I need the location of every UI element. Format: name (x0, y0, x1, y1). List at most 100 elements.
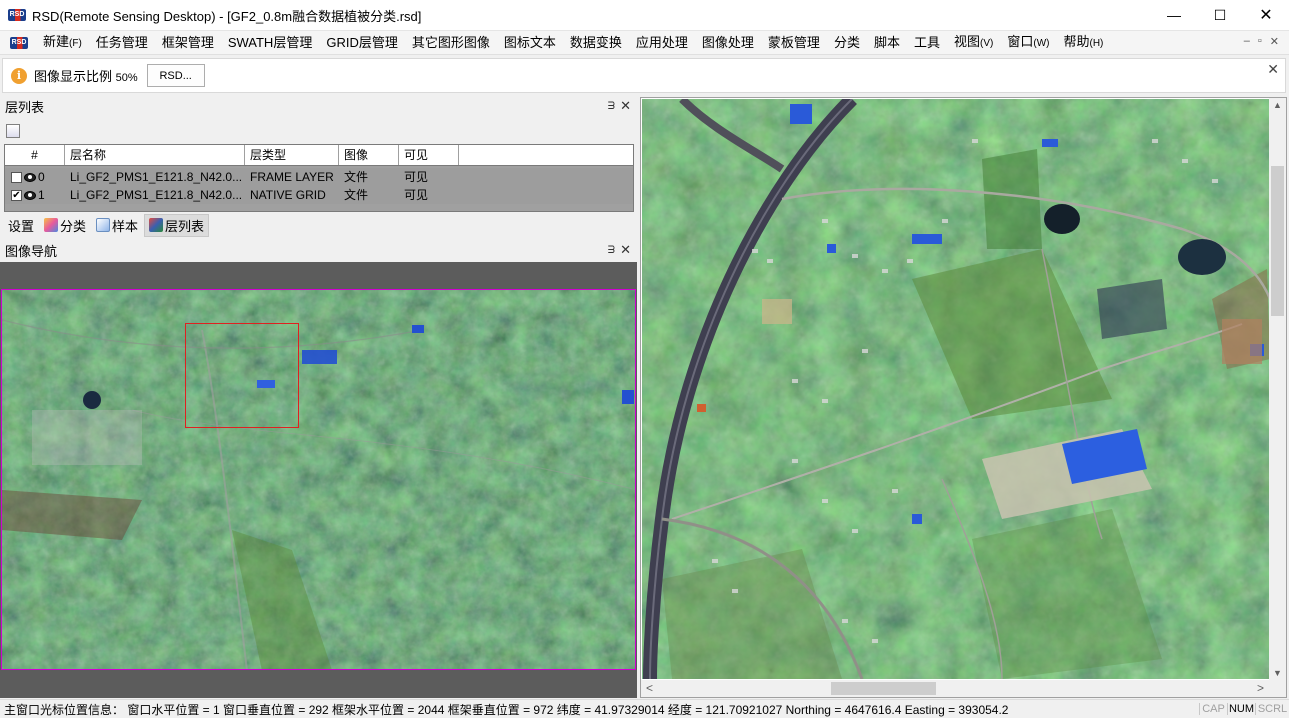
menu-image-processing[interactable]: 图像处理 (695, 32, 761, 54)
tab-sample-label: 样本 (112, 218, 139, 234)
col-filler (459, 145, 633, 165)
layer-properties-icon[interactable] (6, 124, 20, 138)
menu-app-icon[interactable]: RSD (10, 36, 28, 49)
status-bar: 主窗口光标位置信息： 窗口水平位置 = 1 窗口垂直位置 = 292 框架水平位… (0, 699, 1289, 718)
menu-view-shortcut: (V) (980, 37, 994, 49)
scroll-left-arrow-icon[interactable]: < (646, 681, 653, 695)
menu-classify[interactable]: 分类 (827, 32, 867, 54)
sample-icon (96, 218, 111, 232)
table-row[interactable]: 0 Li_GF2_PMS1_E121.8_N42.0... FRAME LAYE… (5, 168, 633, 186)
menu-help[interactable]: 帮助(H) (1056, 31, 1110, 55)
mdi-restore-button[interactable]: ▫ (1258, 35, 1262, 48)
table-row[interactable]: ✔ 1 Li_GF2_PMS1_E121.8_N42.0... NATIVE GR… (5, 186, 633, 204)
col-type[interactable]: 层类型 (245, 145, 339, 165)
caps-lock-indicator: CAP (1199, 703, 1227, 715)
num-lock-indicator: NUM (1227, 703, 1255, 715)
menu-help-label: 帮助 (1063, 33, 1090, 49)
menu-view[interactable]: 视图(V) (947, 31, 1000, 55)
menu-swath-layer[interactable]: SWATH层管理 (221, 32, 320, 54)
cursor-position-info: 主窗口光标位置信息： 窗口水平位置 = 1 窗口垂直位置 = 292 框架水平位… (4, 702, 1009, 717)
tab-classify[interactable]: 分类 (40, 215, 90, 236)
row-name: Li_GF2_PMS1_E121.8_N42.0... (70, 188, 243, 202)
vertical-scrollbar[interactable]: ▲ ▼ (1269, 98, 1286, 680)
display-scale-value: 50% (115, 72, 138, 84)
scroll-lock-indicator: SCRL (1255, 703, 1289, 715)
menu-new[interactable]: 新建(F) (36, 31, 89, 55)
row-visible: 可见 (404, 188, 429, 202)
tab-sample[interactable]: 样本 (92, 215, 142, 236)
menu-app-processing[interactable]: 应用处理 (629, 32, 695, 54)
close-button[interactable]: ✕ (1243, 0, 1289, 31)
menu-other-graphics[interactable]: 其它图形图像 (405, 32, 497, 54)
menu-window[interactable]: 窗口(W) (1000, 31, 1056, 55)
mdi-close-button[interactable]: ✕ (1270, 35, 1279, 48)
pin-icon[interactable]: ᗱ (608, 101, 615, 112)
row-index: 0 (38, 170, 45, 184)
menu-data-transform[interactable]: 数据变换 (563, 32, 629, 54)
menu-icon-text[interactable]: 图标文本 (497, 32, 563, 54)
layer-panel-header: 层列表 ᗱ ✕ (0, 96, 637, 116)
layers-icon (149, 218, 164, 232)
nav-pin-icon[interactable]: ᗱ (608, 245, 615, 256)
menu-script[interactable]: 脚本 (867, 32, 907, 54)
info-bar: i 图像显示比例 50% RSD... ✕ (2, 58, 1286, 93)
display-scale-label: 图像显示比例 50% (34, 66, 138, 85)
scroll-up-arrow-icon[interactable]: ▲ (1269, 100, 1286, 110)
scroll-right-arrow-icon[interactable]: > (1257, 681, 1264, 695)
menu-task-manage[interactable]: 任务管理 (89, 32, 155, 54)
app-logo-icon: RSD (8, 9, 26, 21)
layer-toolbar (4, 122, 24, 140)
menu-bar: RSD 新建(F) 任务管理 框架管理 SWATH层管理 GRID层管理 其它图… (0, 31, 1289, 55)
nav-panel-close-icon[interactable]: ✕ (620, 242, 631, 258)
main-satellite-image (642, 99, 1270, 679)
nav-panel-header: 图像导航 ᗱ ✕ (0, 240, 637, 260)
menu-new-label: 新建 (43, 33, 70, 49)
mdi-controls: – ▫ ✕ (1244, 35, 1279, 48)
menu-new-shortcut: (F) (69, 37, 82, 49)
tab-layers-label: 层列表 (165, 218, 205, 234)
visibility-checkbox-checked[interactable]: ✔ (11, 190, 22, 202)
nav-panel-title: 图像导航 (5, 243, 58, 259)
row-type: NATIVE GRID (250, 188, 326, 202)
info-icon: i (11, 67, 27, 84)
minimize-button[interactable]: — (1151, 0, 1197, 31)
horizontal-scrollbar[interactable]: < > (641, 680, 1286, 697)
layer-panel-title: 层列表 (5, 99, 45, 115)
navigation-thumbnail[interactable] (1, 289, 636, 670)
vertical-scroll-thumb[interactable] (1271, 166, 1284, 316)
viewport-indicator-box[interactable] (185, 323, 299, 428)
maximize-button[interactable]: ☐ (1197, 0, 1243, 31)
col-image[interactable]: 图像 (339, 145, 399, 165)
eye-icon[interactable] (24, 191, 36, 201)
row-index-cell: ✔ 1 (5, 186, 65, 204)
layer-panel-close-icon[interactable]: ✕ (620, 98, 631, 114)
menu-help-shortcut: (H) (1089, 37, 1104, 49)
menu-view-label: 视图 (953, 33, 980, 49)
infobar-close-icon[interactable]: ✕ (1267, 61, 1279, 78)
horizontal-scroll-thumb[interactable] (831, 682, 936, 695)
eye-icon[interactable] (24, 173, 36, 183)
col-index[interactable]: # (5, 145, 65, 165)
col-visible[interactable]: 可见 (399, 145, 459, 165)
mdi-minimize-button[interactable]: – (1244, 35, 1250, 48)
window-title: RSD(Remote Sensing Desktop) - [GF2_0.8m融… (32, 8, 422, 24)
menu-frame-manage[interactable]: 框架管理 (155, 32, 221, 54)
scroll-down-arrow-icon[interactable]: ▼ (1269, 668, 1286, 678)
menu-grid-layer[interactable]: GRID层管理 (319, 32, 405, 54)
menu-mask-manage[interactable]: 蒙板管理 (761, 32, 827, 54)
tab-layers[interactable]: 层列表 (144, 213, 210, 237)
panel-tabs: 设置 分类 样本 层列表 (0, 213, 637, 237)
visibility-checkbox[interactable] (11, 172, 22, 184)
row-name: Li_GF2_PMS1_E121.8_N42.0... (70, 170, 243, 184)
row-image: 文件 (344, 188, 369, 202)
navigation-satellite-image (2, 290, 635, 669)
main-image-canvas[interactable] (642, 99, 1270, 679)
display-scale-text: 图像显示比例 (34, 69, 113, 84)
rsd-button[interactable]: RSD... (146, 64, 205, 87)
title-bar: RSD RSD(Remote Sensing Desktop) - [GF2_0… (0, 0, 1289, 31)
row-type: FRAME LAYER (250, 170, 334, 184)
col-name[interactable]: 层名称 (65, 145, 245, 165)
tab-settings[interactable]: 设置 (4, 215, 38, 236)
menu-tools[interactable]: 工具 (907, 32, 947, 54)
row-image: 文件 (344, 170, 369, 184)
